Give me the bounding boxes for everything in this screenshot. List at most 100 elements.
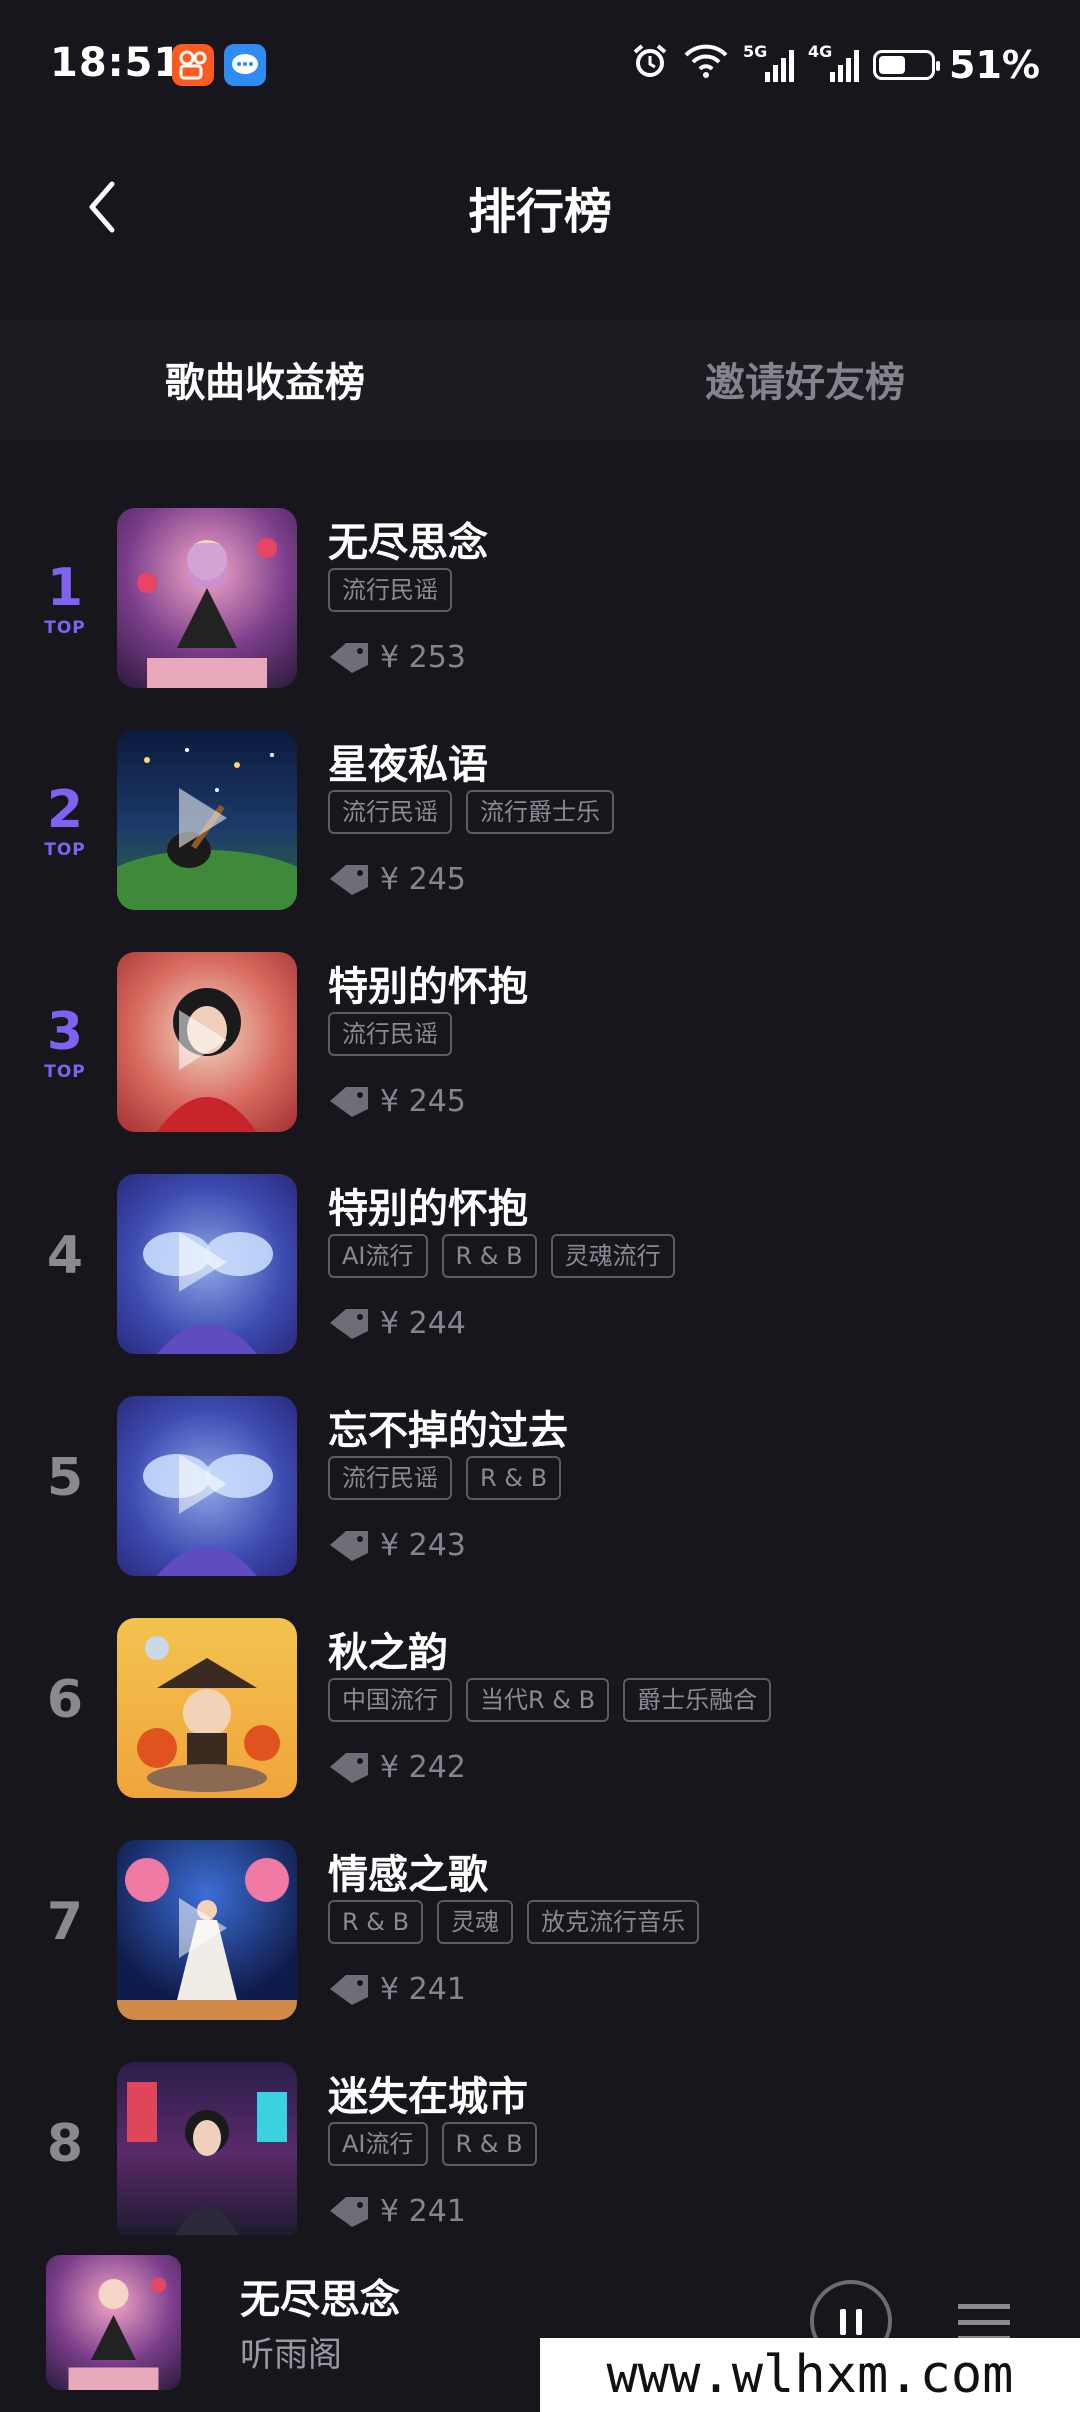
- price-tag-icon: [330, 642, 368, 673]
- status-time: 18:51: [50, 40, 183, 86]
- song-title: 特别的怀抱: [328, 1186, 528, 1232]
- tag-list: 流行民谣: [328, 568, 452, 612]
- rank-number: 3: [46, 1002, 84, 1062]
- battery-percent: 51%: [949, 43, 1040, 87]
- pause-icon-bar: [856, 2309, 862, 2335]
- earnings: ¥ 253: [328, 640, 466, 675]
- earnings: ¥ 245: [328, 1084, 466, 1119]
- song-title: 忘不掉的过去: [328, 1408, 568, 1454]
- tag-list: 流行民谣 R & B: [328, 1456, 562, 1500]
- rank-badge: 2 TOP: [30, 780, 100, 860]
- genre-tag: R & B: [328, 1900, 424, 1944]
- list-item[interactable]: 7 情感之歌 R & B 灵魂 放克流行音乐 ¥ 241: [0, 1832, 1080, 2032]
- genre-tag: 流行民谣: [328, 568, 452, 612]
- genre-tag: AI流行: [328, 1234, 428, 1278]
- song-cover[interactable]: [117, 1396, 297, 1576]
- price-tag-icon: [330, 1530, 368, 1561]
- rank-number: 5: [46, 1448, 84, 1508]
- mini-player-title: 无尽思念: [240, 2277, 400, 2323]
- tag-list: AI流行 R & B 灵魂流行: [328, 1234, 675, 1278]
- wifi-icon: [683, 43, 729, 88]
- tag-list: 流行民谣: [328, 1012, 452, 1056]
- tag-list: 中国流行 当代R & B 爵士乐融合: [328, 1678, 772, 1722]
- list-item[interactable]: 1 TOP 无尽思念 流行民谣 ¥ 253: [0, 500, 1080, 700]
- list-item[interactable]: 5 忘不掉的过去 流行民谣 R & B ¥ 243: [0, 1388, 1080, 1588]
- song-cover[interactable]: [117, 952, 297, 1132]
- play-icon: [179, 1454, 227, 1514]
- play-icon: [179, 1898, 227, 1958]
- rank-number: 4: [46, 1226, 84, 1286]
- rank-badge: 1 TOP: [30, 558, 100, 638]
- genre-tag: 流行爵士乐: [466, 790, 614, 834]
- rank-number: 7: [46, 1892, 84, 1952]
- tag-list: R & B 灵魂 放克流行音乐: [328, 1900, 700, 1944]
- tag-list: AI流行 R & B: [328, 2122, 537, 2166]
- genre-tag: R & B: [441, 2122, 537, 2166]
- earnings-value: ¥ 244: [380, 1306, 466, 1341]
- earnings: ¥ 245: [328, 862, 466, 897]
- earnings-value: ¥ 245: [380, 862, 466, 897]
- rank-top-label: TOP: [44, 618, 86, 638]
- alarm-icon: [631, 42, 669, 89]
- page-title: 排行榜: [467, 184, 612, 240]
- earnings-value: ¥ 253: [380, 640, 466, 675]
- list-item[interactable]: 6 秋之韵 中国流行 当代R & B 爵士乐融合 ¥ 242: [0, 1610, 1080, 1810]
- genre-tag: 中国流行: [328, 1678, 452, 1722]
- genre-tag: 流行民谣: [328, 1012, 452, 1056]
- rank-badge: 5: [30, 1448, 100, 1508]
- status-bar: 18:51 5G 4G 51%: [0, 0, 1080, 136]
- earnings-value: ¥ 245: [380, 1084, 466, 1119]
- play-icon: [179, 788, 227, 848]
- rank-number: 2: [46, 780, 84, 840]
- watermark-text: www.wlhxm.com: [540, 2338, 1080, 2412]
- battery-icon: [873, 50, 941, 80]
- song-cover[interactable]: [117, 2062, 297, 2242]
- earnings: ¥ 241: [328, 1972, 466, 2007]
- price-tag-icon: [330, 1974, 368, 2005]
- price-tag-icon: [330, 2196, 368, 2227]
- earnings-value: ¥ 243: [380, 1528, 466, 1563]
- rank-badge: 7: [30, 1892, 100, 1952]
- song-title: 星夜私语: [328, 742, 488, 788]
- genre-tag: R & B: [441, 1234, 537, 1278]
- song-cover[interactable]: [117, 508, 297, 688]
- message-app-icon: [224, 44, 266, 86]
- rank-badge: 8: [30, 2114, 100, 2174]
- rank-badge: 4: [30, 1226, 100, 1286]
- genre-tag: 灵魂: [437, 1900, 514, 1944]
- pause-icon: [840, 2309, 846, 2335]
- mini-player-cover[interactable]: [46, 2255, 181, 2390]
- song-title: 迷失在城市: [328, 2074, 528, 2120]
- play-icon: [179, 1232, 227, 1292]
- song-cover[interactable]: [117, 1840, 297, 2020]
- earnings-value: ¥ 242: [380, 1750, 466, 1785]
- song-cover[interactable]: [117, 730, 297, 910]
- mini-player-artist: 听雨阁: [240, 2335, 342, 2375]
- genre-tag: 流行民谣: [328, 1456, 452, 1500]
- earnings-value: ¥ 241: [380, 1972, 466, 2007]
- earnings-value: ¥ 241: [380, 2194, 466, 2229]
- price-tag-icon: [330, 864, 368, 895]
- earnings: ¥ 242: [328, 1750, 466, 1785]
- list-item[interactable]: 4 特别的怀抱 AI流行 R & B 灵魂流行 ¥ 244: [0, 1166, 1080, 1366]
- price-tag-icon: [330, 1752, 368, 1783]
- list-item[interactable]: 2 TOP 星夜私语 流行民谣 流行爵士乐 ¥ 245: [0, 722, 1080, 922]
- rank-top-label: TOP: [44, 1062, 86, 1082]
- song-title: 无尽思念: [328, 520, 488, 566]
- rank-badge: 6: [30, 1670, 100, 1730]
- tab-song-earnings[interactable]: 歌曲收益榜: [165, 350, 365, 408]
- list-item[interactable]: 8 迷失在城市 AI流行 R & B ¥ 241: [0, 2054, 1080, 2254]
- price-tag-icon: [330, 1308, 368, 1339]
- signal-4g-icon: 4G: [808, 42, 860, 82]
- earnings: ¥ 244: [328, 1306, 466, 1341]
- song-cover[interactable]: [117, 1618, 297, 1798]
- song-cover[interactable]: [117, 1174, 297, 1354]
- list-item[interactable]: 3 TOP 特别的怀抱 流行民谣 ¥ 245: [0, 944, 1080, 1144]
- genre-tag: 当代R & B: [466, 1678, 610, 1722]
- genre-tag: 流行民谣: [328, 790, 452, 834]
- tab-invite-friends[interactable]: 邀请好友榜: [705, 350, 905, 408]
- genre-tag: 灵魂流行: [550, 1234, 675, 1278]
- rank-number: 8: [46, 2114, 84, 2174]
- rank-number: 1: [46, 558, 84, 618]
- genre-tag: 爵士乐融合: [623, 1678, 772, 1722]
